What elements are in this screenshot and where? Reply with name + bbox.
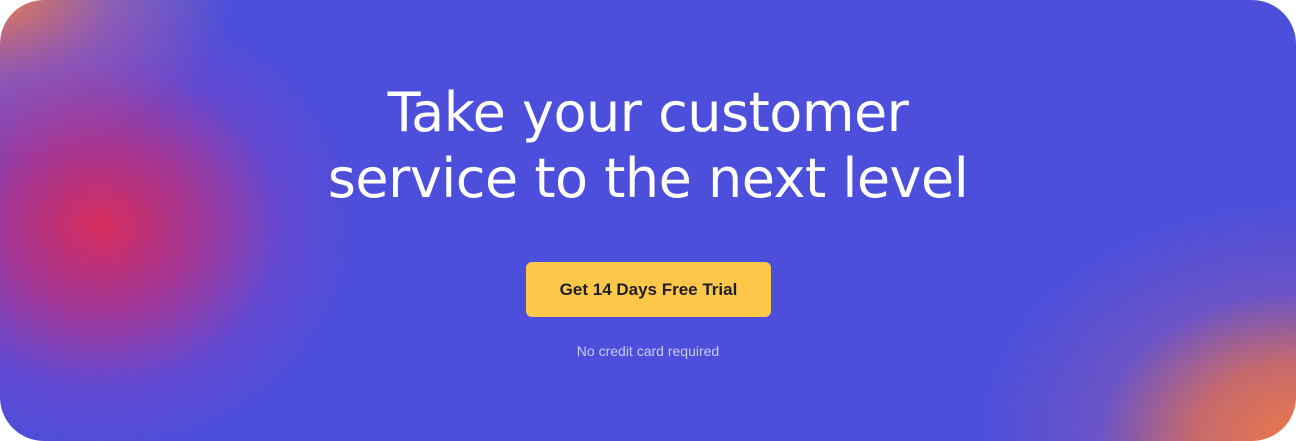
- headline-line-2: service to the next level: [327, 147, 969, 210]
- headline: Take your customer service to the next l…: [0, 80, 1296, 212]
- headline-line-1: Take your customer: [387, 81, 909, 144]
- no-credit-card-note: No credit card required: [576, 343, 720, 359]
- free-trial-button[interactable]: Get 14 Days Free Trial: [526, 262, 771, 317]
- cta-banner: Take your customer service to the next l…: [0, 0, 1296, 441]
